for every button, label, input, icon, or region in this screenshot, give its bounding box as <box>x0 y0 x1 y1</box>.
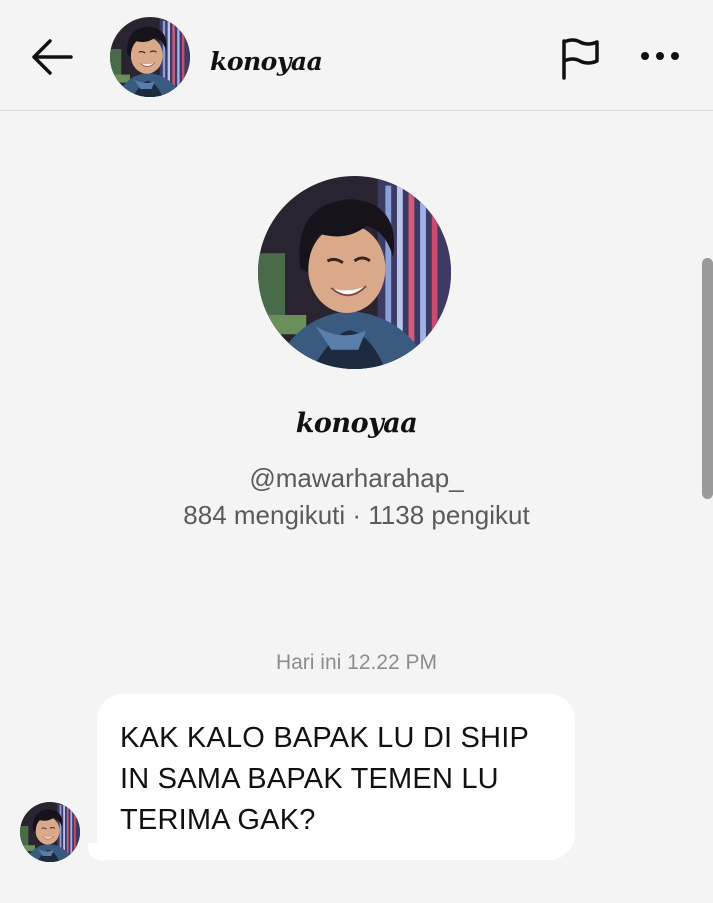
header-username[interactable]: konoyaa <box>210 45 323 79</box>
more-options-button[interactable] <box>636 36 684 76</box>
profile-avatar[interactable] <box>258 176 451 369</box>
message-bubble[interactable]: KAK KALO BAPAK LU DI SHIP IN SAMA BAPAK … <box>97 694 575 860</box>
profile-display-name: konoyaa <box>295 408 418 439</box>
chat-header: konoyaa <box>0 0 713 111</box>
back-button[interactable] <box>26 34 76 80</box>
profile-follow-stats: 884 mengikuti · 1138 pengikut <box>183 500 530 530</box>
report-button[interactable] <box>556 34 604 82</box>
profile-handle: @mawarharahap_ <box>249 463 464 493</box>
message-sender-avatar[interactable] <box>20 802 80 862</box>
arrow-left-icon <box>29 37 73 77</box>
message-text: KAK KALO BAPAK LU DI SHIP IN SAMA BAPAK … <box>120 722 529 836</box>
flag-icon <box>559 36 601 80</box>
header-avatar[interactable] <box>110 17 190 97</box>
more-horizontal-icon <box>639 50 681 62</box>
message-timestamp: Hari ini 12.22 PM <box>275 651 438 674</box>
